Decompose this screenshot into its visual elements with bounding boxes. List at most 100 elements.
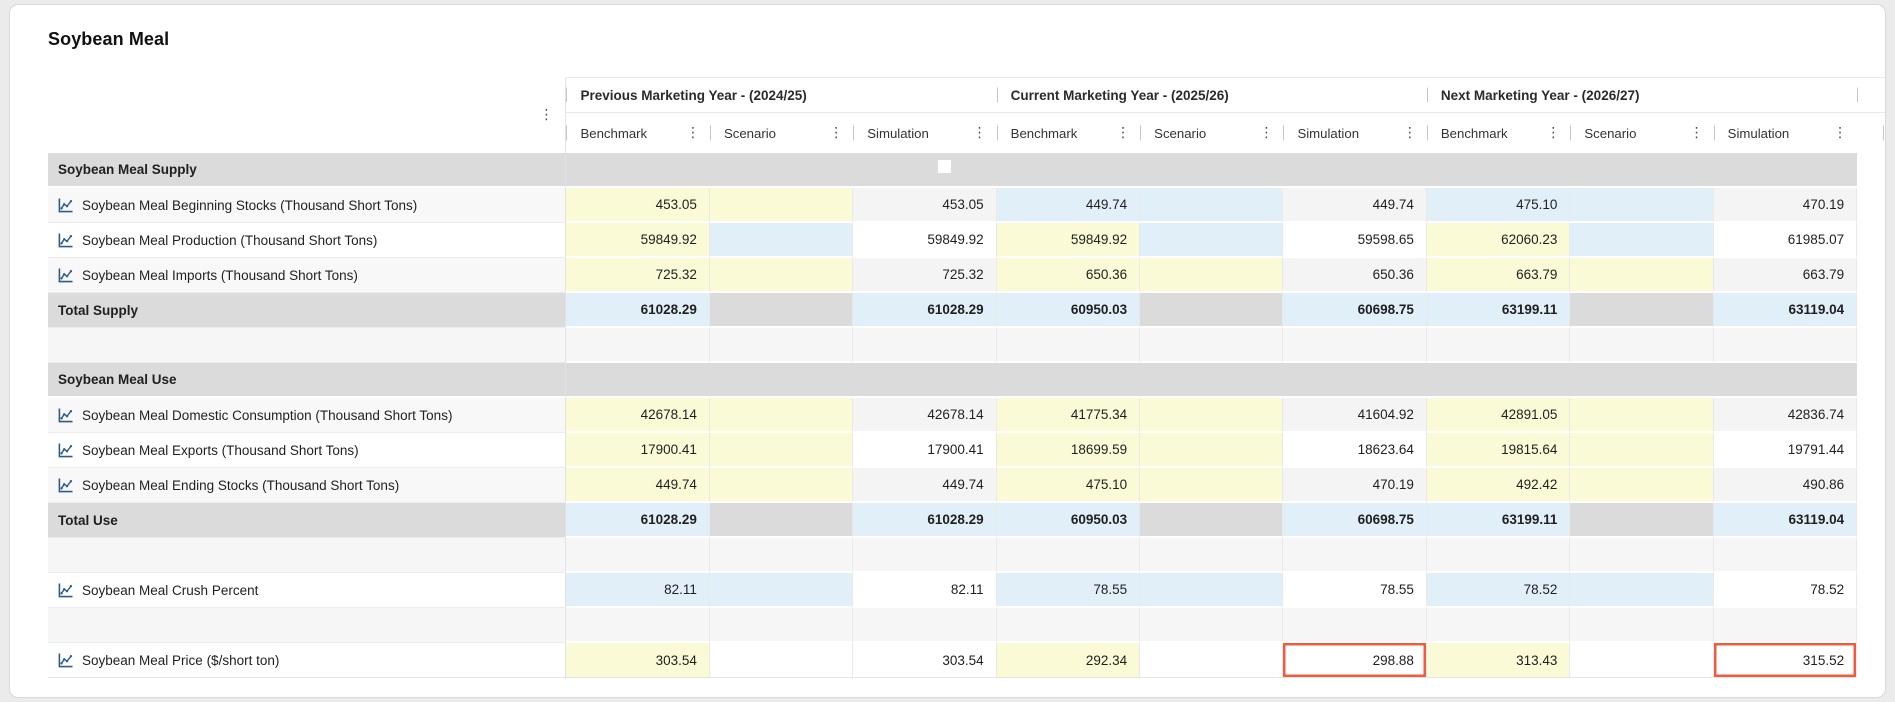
grid-cell[interactable]: 61028.29 xyxy=(566,293,710,328)
line-chart-icon[interactable] xyxy=(58,267,73,283)
grid-cell[interactable] xyxy=(1570,293,1714,328)
grid-cell[interactable] xyxy=(1140,573,1284,608)
grid-cell[interactable]: 650.36 xyxy=(1283,258,1427,293)
grid-cell[interactable]: 313.43 xyxy=(1426,643,1571,678)
grid-cell[interactable]: 453.05 xyxy=(853,188,997,223)
grid-cell[interactable]: 63119.04 xyxy=(1713,503,1858,538)
grid-cell[interactable] xyxy=(1140,503,1284,538)
grid-cell[interactable]: 61985.07 xyxy=(1713,223,1858,258)
grid-cell[interactable]: 62060.23 xyxy=(1426,223,1571,258)
kebab-menu-icon[interactable]: ⋮ xyxy=(826,125,846,141)
grid-cell[interactable]: 725.32 xyxy=(566,258,710,293)
grid-cell[interactable]: 42678.14 xyxy=(566,398,710,433)
grid-cell[interactable] xyxy=(1140,223,1284,258)
line-chart-icon[interactable] xyxy=(58,582,73,598)
grid-cell[interactable] xyxy=(709,188,854,223)
grid-cell[interactable] xyxy=(709,573,854,608)
grid-cell[interactable]: 650.36 xyxy=(996,258,1141,293)
line-chart-icon[interactable] xyxy=(58,197,73,213)
grid-cell[interactable] xyxy=(1570,398,1714,433)
grid-cell[interactable]: 78.55 xyxy=(996,573,1141,608)
grid-cell[interactable]: 303.54 xyxy=(853,643,997,678)
grid-cell[interactable]: 82.11 xyxy=(853,573,997,608)
line-chart-icon[interactable] xyxy=(58,477,73,493)
grid-cell[interactable]: 82.11 xyxy=(566,573,710,608)
grid-cell[interactable]: 61028.29 xyxy=(566,503,710,538)
grid-cell[interactable] xyxy=(709,293,854,328)
column-header-previous-scenario[interactable]: Scenario ⋮ xyxy=(709,113,854,153)
highlighted-grid-cell[interactable]: 298.88 xyxy=(1283,643,1427,678)
grid-cell[interactable] xyxy=(1140,643,1284,678)
grid-cell[interactable] xyxy=(709,398,854,433)
grid-cell[interactable]: 59849.92 xyxy=(566,223,710,258)
grid-cell[interactable]: 490.86 xyxy=(1713,468,1858,503)
column-header-previous-simulation[interactable]: Simulation ⋮ xyxy=(853,113,997,153)
grid-cell[interactable]: 492.42 xyxy=(1426,468,1571,503)
grid-cell[interactable] xyxy=(1140,258,1284,293)
column-header-next-simulation[interactable]: Simulation ⋮ xyxy=(1713,113,1858,153)
grid-cell[interactable]: 61028.29 xyxy=(853,293,997,328)
grid-cell[interactable]: 475.10 xyxy=(996,468,1141,503)
grid-cell[interactable]: 63199.11 xyxy=(1426,503,1571,538)
grid-cell[interactable] xyxy=(1570,433,1714,468)
kebab-menu-icon[interactable]: ⋮ xyxy=(1400,125,1420,141)
grid-cell[interactable]: 449.74 xyxy=(1283,188,1427,223)
grid-cell[interactable]: 663.79 xyxy=(1426,258,1571,293)
grid-cell[interactable]: 78.52 xyxy=(1713,573,1858,608)
grid-cell[interactable]: 18623.64 xyxy=(1283,433,1427,468)
kebab-menu-icon[interactable]: ⋮ xyxy=(970,125,990,141)
grid-cell[interactable]: 78.52 xyxy=(1426,573,1571,608)
grid-cell[interactable]: 303.54 xyxy=(566,643,710,678)
grid-cell[interactable]: 59598.65 xyxy=(1283,223,1427,258)
line-chart-icon[interactable] xyxy=(58,652,73,668)
grid-cell[interactable] xyxy=(709,223,854,258)
grid-cell[interactable] xyxy=(709,468,854,503)
kebab-menu-icon[interactable]: ⋮ xyxy=(1687,125,1707,141)
grid-cell[interactable]: 63119.04 xyxy=(1713,293,1858,328)
grid-cell[interactable] xyxy=(1140,468,1284,503)
grid-cell[interactable]: 42836.74 xyxy=(1713,398,1858,433)
grid-cell[interactable]: 78.55 xyxy=(1283,573,1427,608)
grid-cell[interactable]: 17900.41 xyxy=(853,433,997,468)
grid-cell[interactable]: 725.32 xyxy=(853,258,997,293)
grid-cell[interactable]: 470.19 xyxy=(1713,188,1858,223)
grid-cell[interactable] xyxy=(1570,258,1714,293)
grid-cell[interactable] xyxy=(1140,433,1284,468)
grid-cell[interactable]: 41775.34 xyxy=(996,398,1141,433)
grid-cell[interactable] xyxy=(709,643,854,678)
grid-cell[interactable] xyxy=(1140,293,1284,328)
kebab-menu-icon[interactable]: ⋮ xyxy=(683,125,703,141)
grid-cell[interactable]: 42891.05 xyxy=(1426,398,1571,433)
grid-cell[interactable] xyxy=(709,258,854,293)
grid-cell[interactable]: 663.79 xyxy=(1713,258,1858,293)
grid-cell[interactable]: 449.74 xyxy=(566,468,710,503)
grid-cell[interactable] xyxy=(709,503,854,538)
grid-cell[interactable]: 63199.11 xyxy=(1426,293,1571,328)
grid-cell[interactable]: 60950.03 xyxy=(996,293,1141,328)
column-header-next-scenario[interactable]: Scenario ⋮ xyxy=(1570,113,1714,153)
highlighted-grid-cell[interactable]: 315.52 xyxy=(1713,643,1858,678)
kebab-menu-icon[interactable]: ⋮ xyxy=(1256,125,1276,141)
grid-cell[interactable]: 475.10 xyxy=(1426,188,1571,223)
grid-cell[interactable]: 60698.75 xyxy=(1283,293,1427,328)
kebab-menu-icon[interactable]: ⋮ xyxy=(1830,125,1850,141)
column-header-current-simulation[interactable]: Simulation ⋮ xyxy=(1283,113,1427,153)
column-header-current-scenario[interactable]: Scenario ⋮ xyxy=(1140,113,1284,153)
line-chart-icon[interactable] xyxy=(58,232,73,248)
grid-cell[interactable] xyxy=(1140,188,1284,223)
grid-cell[interactable]: 449.74 xyxy=(996,188,1141,223)
grid-cell[interactable] xyxy=(709,433,854,468)
column-header-previous-benchmark[interactable]: Benchmark ⋮ xyxy=(566,113,710,153)
kebab-menu-icon[interactable]: ⋮ xyxy=(1113,125,1133,141)
grid-cell[interactable] xyxy=(1570,468,1714,503)
grid-cell[interactable]: 60698.75 xyxy=(1283,503,1427,538)
grid-cell[interactable]: 60950.03 xyxy=(996,503,1141,538)
column-header-current-benchmark[interactable]: Benchmark ⋮ xyxy=(996,113,1141,153)
grid-cell[interactable]: 449.74 xyxy=(853,468,997,503)
grid-cell[interactable]: 61028.29 xyxy=(853,503,997,538)
grid-cell[interactable]: 41604.92 xyxy=(1283,398,1427,433)
grid-cell[interactable] xyxy=(1570,643,1714,678)
grid-cell[interactable]: 18699.59 xyxy=(996,433,1141,468)
line-chart-icon[interactable] xyxy=(58,442,73,458)
grid-cell[interactable]: 59849.92 xyxy=(853,223,997,258)
